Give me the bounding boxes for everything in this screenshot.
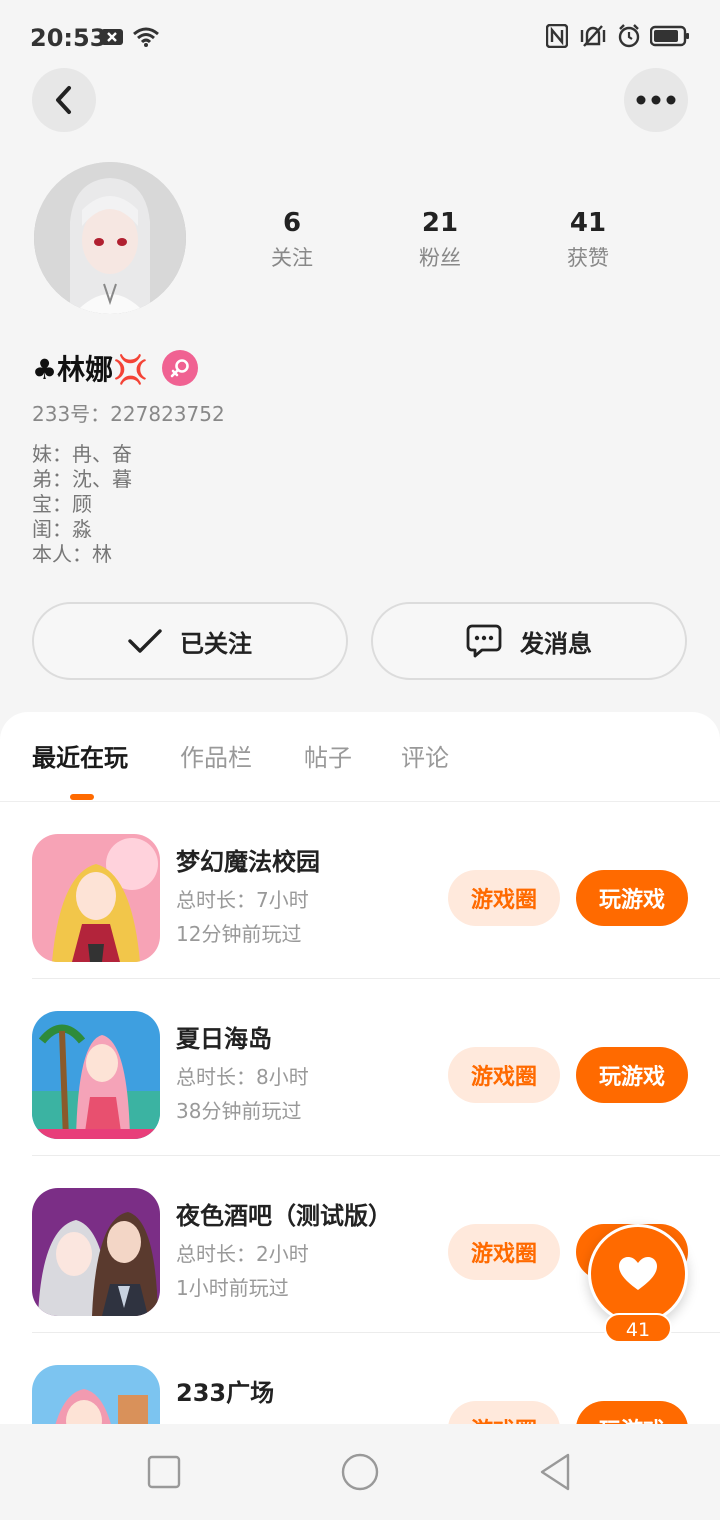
status-bar: 20:53 bbox=[0, 0, 720, 76]
game-title: 梦幻魔法校园 bbox=[176, 848, 320, 876]
more-dots-icon bbox=[636, 95, 676, 105]
like-button[interactable] bbox=[588, 1224, 688, 1324]
send-message-button[interactable]: 发消息 bbox=[371, 602, 687, 680]
tab-posts[interactable]: 帖子 bbox=[304, 742, 352, 774]
game-duration: 总时长：2小时 bbox=[176, 1242, 309, 1266]
system-nav-bar bbox=[0, 1424, 720, 1520]
like-count: 41 bbox=[604, 1313, 672, 1343]
game-last-played: 1小时前玩过 bbox=[176, 1276, 289, 1300]
bio-line: 弟：沈、暮 bbox=[32, 467, 132, 491]
bio-line: 宝：顾 bbox=[32, 492, 92, 516]
bio-line: 妹：冉、奋 bbox=[32, 442, 132, 466]
game-circle-button[interactable]: 游戏圈 bbox=[448, 870, 560, 926]
game-row[interactable]: 夏日海岛 总时长：8小时 38分钟前玩过 游戏圈 玩游戏 bbox=[32, 979, 720, 1156]
game-title: 233广场 bbox=[176, 1379, 275, 1407]
stat-likes[interactable]: 41 获赞 bbox=[514, 206, 662, 272]
notification-x-icon bbox=[101, 29, 123, 45]
user-id: 233号：227823752 bbox=[32, 402, 225, 426]
stat-followers[interactable]: 21 粉丝 bbox=[366, 206, 514, 272]
vibrate-mute-icon bbox=[580, 25, 606, 47]
game-circle-button[interactable]: 游戏圈 bbox=[448, 1047, 560, 1103]
game-title: 夏日海岛 bbox=[176, 1025, 272, 1053]
game-duration: 总时长：8小时 bbox=[176, 1065, 309, 1089]
avatar-image bbox=[34, 162, 186, 314]
profile-stats: 6 关注 21 粉丝 41 获赞 bbox=[218, 206, 662, 272]
chat-bubble-icon bbox=[466, 624, 502, 658]
followed-button[interactable]: 已关注 bbox=[32, 602, 348, 680]
stat-value: 6 bbox=[282, 208, 302, 238]
game-circle-button[interactable]: 游戏圈 bbox=[448, 1224, 560, 1280]
game-icon-dream-magic-campus bbox=[32, 834, 160, 962]
stat-label: 粉丝 bbox=[419, 246, 461, 270]
status-left-icons bbox=[100, 26, 160, 48]
avatar[interactable] bbox=[34, 162, 186, 314]
game-last-played: 12分钟前玩过 bbox=[176, 922, 302, 946]
recent-apps-icon[interactable] bbox=[144, 1452, 184, 1492]
chevron-left-icon bbox=[56, 86, 71, 114]
bio-line: 闺：淼 bbox=[32, 517, 92, 541]
game-title: 夜色酒吧（测试版） bbox=[176, 1202, 392, 1230]
battery-icon bbox=[650, 25, 689, 47]
bio-line: 本人：林 bbox=[32, 542, 112, 566]
play-game-button[interactable]: 玩游戏 bbox=[576, 1047, 688, 1103]
tab-recently-played[interactable]: 最近在玩 bbox=[32, 742, 128, 774]
active-tab-indicator bbox=[70, 794, 94, 800]
stat-label: 关注 bbox=[271, 246, 313, 270]
checkmark-icon bbox=[128, 629, 162, 653]
game-row[interactable]: 233广场 游戏圈 玩游戏 bbox=[32, 1333, 720, 1432]
stat-following[interactable]: 6 关注 bbox=[218, 206, 366, 272]
followed-label: 已关注 bbox=[180, 629, 252, 658]
heart-icon bbox=[619, 1257, 657, 1290]
game-last-played: 38分钟前玩过 bbox=[176, 1099, 302, 1123]
more-button[interactable] bbox=[624, 68, 688, 132]
game-icon-summer-island bbox=[32, 1011, 160, 1139]
tab-comments[interactable]: 评论 bbox=[401, 742, 449, 774]
stat-value: 41 bbox=[569, 208, 607, 238]
back-button[interactable] bbox=[32, 68, 96, 132]
back-nav-icon[interactable] bbox=[536, 1452, 576, 1492]
nfc-icon bbox=[546, 24, 568, 48]
play-game-button[interactable]: 玩游戏 bbox=[576, 870, 688, 926]
send-message-label: 发消息 bbox=[520, 629, 592, 658]
alarm-icon bbox=[618, 24, 640, 48]
female-gender-icon bbox=[161, 350, 198, 386]
tab-works[interactable]: 作品栏 bbox=[180, 742, 252, 774]
tab-bar: 最近在玩 作品栏 帖子 评论 bbox=[0, 712, 720, 802]
profile-name: ♣林娜💢 bbox=[32, 353, 148, 386]
name-row: ♣林娜💢 bbox=[32, 346, 198, 390]
profile-bio: 妹：冉、奋 弟：沈、暮 宝：顾 闺：淼 本人：林 bbox=[32, 442, 132, 567]
status-time: 20:53 bbox=[30, 24, 107, 52]
status-right-icons bbox=[546, 24, 690, 48]
wifi-icon bbox=[133, 27, 159, 47]
game-duration: 总时长：7小时 bbox=[176, 888, 309, 912]
game-icon-night-bar bbox=[32, 1188, 160, 1316]
game-icon-233-plaza bbox=[32, 1365, 160, 1432]
game-row[interactable]: 梦幻魔法校园 总时长：7小时 12分钟前玩过 游戏圈 玩游戏 bbox=[32, 802, 720, 979]
stat-value: 21 bbox=[421, 208, 459, 238]
home-icon[interactable] bbox=[340, 1452, 380, 1492]
stat-label: 获赞 bbox=[567, 246, 609, 270]
